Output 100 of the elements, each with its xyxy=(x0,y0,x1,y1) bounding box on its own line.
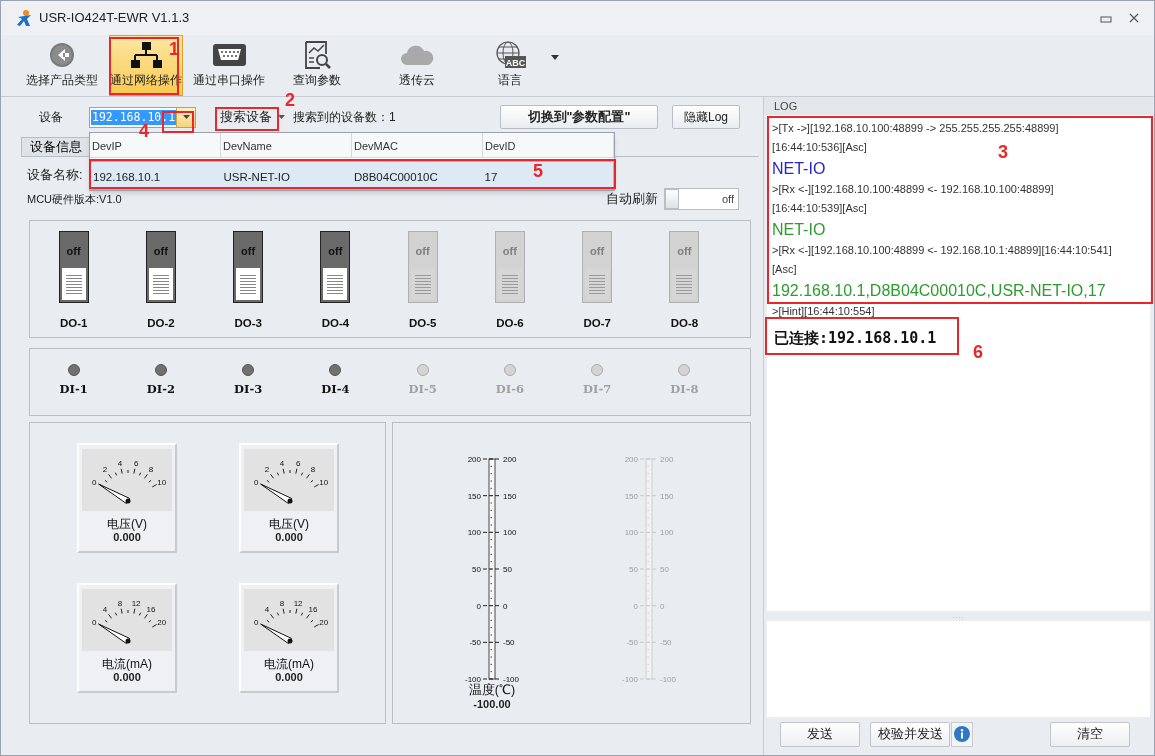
info-button[interactable] xyxy=(951,721,973,747)
scale-label: 150 xyxy=(503,491,517,501)
log-header-line: [Asc] xyxy=(772,262,797,277)
gauge-needle xyxy=(260,483,293,505)
output-label: DO-7 xyxy=(583,316,611,331)
scale-label: 0 xyxy=(92,477,97,487)
log-header-line: >[Hint][16:44:10:554] xyxy=(772,304,875,319)
log-action-button[interactable]: 清空 xyxy=(1050,721,1130,747)
scale-label: 16 xyxy=(308,605,318,615)
table-cell: 192.168.10.1 xyxy=(93,170,161,183)
figure-icon xyxy=(15,9,33,27)
output-label: DO-2 xyxy=(147,316,175,331)
scale-label: 12 xyxy=(131,598,141,608)
scale-label: -100 xyxy=(622,675,638,684)
log-action-button[interactable]: 发送 xyxy=(780,721,860,747)
scale-label: 10 xyxy=(319,477,329,487)
auto-refresh-toggle[interactable]: off xyxy=(664,188,739,210)
toolbar-button[interactable]: 透传云 xyxy=(359,35,475,96)
table-cell: D8B04C00010C xyxy=(354,170,438,183)
temperature-reading: -100.00 xyxy=(473,698,511,711)
scale-label: 100 xyxy=(624,528,638,538)
scale-label: 4 xyxy=(117,458,123,468)
gauge-title: 电压(V) xyxy=(269,517,309,531)
toolbar-button[interactable]: 选择产品类型 xyxy=(19,35,105,96)
tab[interactable]: 设备信息 xyxy=(21,137,91,156)
device-count: 搜索到的设备数：1 xyxy=(293,109,396,126)
log-message: 已连接:192.168.10.1 xyxy=(774,329,937,347)
log-header-line: [16:44:10:539][Asc] xyxy=(772,201,867,216)
scale-label: 4 xyxy=(102,605,108,615)
scale-label: 0 xyxy=(254,477,259,487)
scale-label: 12 xyxy=(293,598,303,608)
gauge-title: 电流(mA) xyxy=(264,657,314,671)
scale-label: 100 xyxy=(660,528,674,538)
output-label: DO-5 xyxy=(408,316,437,331)
toolbar-button[interactable]: ABC 语言 xyxy=(475,35,545,96)
toolbar-button[interactable]: 通过串口操作 xyxy=(183,35,275,96)
close-icon[interactable] xyxy=(1128,12,1140,24)
scale-label: 10 xyxy=(157,477,167,487)
scale-label: 100 xyxy=(503,528,517,538)
log-action-button[interactable]: 校验并发送 xyxy=(870,721,950,747)
info-icon xyxy=(954,726,970,742)
gauge-reading: 0.000 xyxy=(275,671,303,684)
input-label: DI-2 xyxy=(146,381,175,398)
log-header-line: >[Rx <-][192.168.10.100:48899 <- 192.168.10.1:48899][16:44:10:541] xyxy=(772,243,1112,258)
highlight-frame xyxy=(215,107,279,131)
toggle-switch[interactable]: off xyxy=(58,231,89,303)
network-icon xyxy=(128,41,164,70)
scale-label: 6 xyxy=(133,458,139,468)
input-label: DI-8 xyxy=(670,381,699,398)
scale-label: -50 xyxy=(503,638,515,648)
gauge-reading: 0.000 xyxy=(113,671,141,684)
scale-label: -100 xyxy=(465,675,481,684)
search-device-button[interactable]: 搜索设备 xyxy=(216,106,276,128)
scale-label: -50 xyxy=(660,638,672,648)
scale-label: 200 xyxy=(467,455,481,464)
scale-label: 100 xyxy=(467,528,481,538)
scale-label: 20 xyxy=(157,617,167,627)
column-header: DevName xyxy=(221,133,352,157)
log-message: NET-IO xyxy=(772,159,826,179)
input-label: DI-7 xyxy=(583,381,612,398)
column-header: DevID xyxy=(483,133,614,157)
caret-icon xyxy=(278,115,285,119)
scale-label: 0 xyxy=(92,617,97,627)
output-label: DO-3 xyxy=(234,316,262,331)
scale-label: 150 xyxy=(467,491,481,501)
scale-label: -100 xyxy=(503,675,519,684)
scale-label: 8 xyxy=(148,465,154,475)
caret-icon xyxy=(551,54,559,61)
scale-label: 4 xyxy=(264,605,270,615)
output-label: DO-8 xyxy=(670,316,699,331)
annotation-number: 3 xyxy=(998,142,1008,162)
input-label: DI-4 xyxy=(321,381,350,398)
temperature-title: 温度(℃) xyxy=(468,683,516,698)
log-title: LOG xyxy=(764,97,1153,115)
log-message: NET-IO xyxy=(772,220,826,240)
gauge-reading: 0.000 xyxy=(113,531,141,544)
gauge-title: 电流(mA) xyxy=(102,657,152,671)
scale-label: 50 xyxy=(503,565,512,574)
scale-label: -100 xyxy=(660,675,676,684)
switch-config-button[interactable]: 切换到"参数配置" xyxy=(500,105,658,129)
firmware-version: MCU硬件版本:V1.0 xyxy=(27,191,122,207)
scale-label: -50 xyxy=(626,638,638,648)
log-header-line: >[Rx <-][192.168.10.100:48899 <- 192.168.10.100:48899] xyxy=(772,182,1054,197)
annotation-number: 6 xyxy=(973,342,983,362)
input-label: DI-5 xyxy=(408,381,437,398)
scale-label: 2 xyxy=(102,465,108,475)
hide-log-button[interactable]: 隐藏Log xyxy=(672,105,740,129)
column-header: DevMAC xyxy=(352,133,483,157)
output-label: DO-1 xyxy=(59,316,88,331)
input-label: DI-1 xyxy=(59,381,88,398)
scale-label: 0 xyxy=(254,617,259,627)
scale-label: 2 xyxy=(264,465,270,475)
scale-label: 0 xyxy=(503,601,508,611)
output-label: DO-6 xyxy=(496,316,524,331)
scale-label: 200 xyxy=(660,455,674,464)
scale-label: 50 xyxy=(629,565,638,574)
scale-label: 8 xyxy=(279,598,285,608)
scale-label: 16 xyxy=(146,605,156,615)
input-label: DI-6 xyxy=(495,381,524,398)
caret-icon xyxy=(182,115,190,119)
